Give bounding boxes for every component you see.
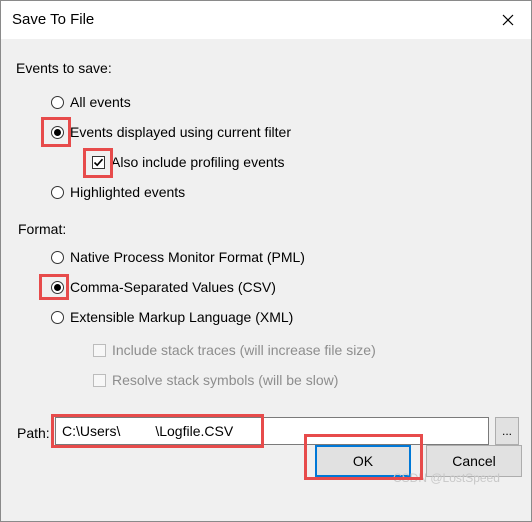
path-input[interactable] <box>55 417 489 445</box>
radio-label: Native Process Monitor Format (PML) <box>70 249 305 265</box>
checkbox-label: Resolve stack symbols (will be slow) <box>112 372 339 388</box>
radio-button[interactable] <box>51 310 64 324</box>
radio-current-filter[interactable]: Events displayed using current filter <box>51 124 291 140</box>
path-label: Path: <box>17 425 50 441</box>
checkmark-icon <box>93 158 104 166</box>
radio-button[interactable] <box>51 250 64 264</box>
radio-label: Highlighted events <box>70 184 186 200</box>
radio-button[interactable] <box>51 95 64 109</box>
format-group-label: Format: <box>18 221 67 237</box>
radio-label: Events displayed using current filter <box>70 124 291 140</box>
radio-button[interactable] <box>51 185 64 199</box>
checkbox[interactable] <box>93 343 106 357</box>
checkbox-include-stack-traces[interactable]: Include stack traces (will increase file… <box>93 342 376 358</box>
close-icon <box>502 14 514 26</box>
radio-label: Comma-Separated Values (CSV) <box>70 279 276 295</box>
watermark: CSDN @LostSpeed <box>393 471 500 485</box>
radio-button[interactable] <box>51 125 64 139</box>
checkbox-label: Include stack traces (will increase file… <box>112 342 376 358</box>
dialog-body: Events to save: All events Events displa… <box>1 39 531 521</box>
radio-label: Extensible Markup Language (XML) <box>70 309 294 325</box>
browse-button[interactable]: ... <box>495 417 519 445</box>
checkbox[interactable] <box>93 373 106 387</box>
dialog-title: Save To File <box>12 11 95 28</box>
checkbox-profiling-events[interactable]: Also include profiling events <box>92 154 285 170</box>
checkbox-label: Also include profiling events <box>111 154 285 170</box>
radio-format-csv[interactable]: Comma-Separated Values (CSV) <box>51 279 276 295</box>
radio-format-pml[interactable]: Native Process Monitor Format (PML) <box>51 249 305 265</box>
radio-all-events[interactable]: All events <box>51 94 131 110</box>
radio-highlighted-events[interactable]: Highlighted events <box>51 184 185 200</box>
radio-format-xml[interactable]: Extensible Markup Language (XML) <box>51 309 293 325</box>
events-group-label: Events to save: <box>16 60 112 76</box>
checkbox[interactable] <box>92 155 105 169</box>
title-bar: Save To File <box>1 1 531 39</box>
radio-button[interactable] <box>51 280 64 294</box>
save-to-file-dialog: Save To File Events to save: All events … <box>0 0 532 522</box>
close-button[interactable] <box>485 1 531 39</box>
radio-label: All events <box>70 94 131 110</box>
checkbox-resolve-stack-symbols[interactable]: Resolve stack symbols (will be slow) <box>93 372 338 388</box>
